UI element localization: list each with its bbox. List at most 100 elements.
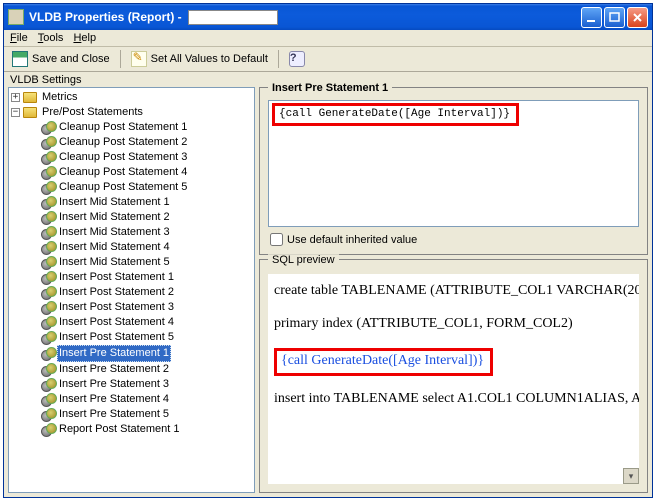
tree-item[interactable]: Insert Mid Statement 3 xyxy=(27,225,254,240)
tree-item[interactable]: Insert Pre Statement 3 xyxy=(27,377,254,392)
tree-item-label: Insert Pre Statement 2 xyxy=(57,362,171,377)
save-icon xyxy=(12,51,28,67)
window-title: VLDB Properties (Report) - xyxy=(29,10,182,24)
tree-item[interactable]: Cleanup Post Statement 1 xyxy=(27,120,254,135)
folder-icon xyxy=(23,92,37,103)
help-icon: ? xyxy=(289,51,305,67)
gear-icon xyxy=(41,196,54,209)
title-bar[interactable]: VLDB Properties (Report) - xyxy=(4,4,652,30)
gear-icon xyxy=(41,271,54,284)
tree-item-label: Insert Mid Statement 2 xyxy=(57,210,172,225)
help-button[interactable]: ? xyxy=(287,50,307,68)
tree-item[interactable]: Cleanup Post Statement 2 xyxy=(27,135,254,150)
save-label: Save and Close xyxy=(32,53,110,65)
tree-item-label: Insert Pre Statement 1 xyxy=(57,345,171,362)
sql-line: insert into TABLENAME select A1.COL1 COL… xyxy=(274,390,633,409)
menu-help[interactable]: Help xyxy=(73,32,96,44)
sql-legend: SQL preview xyxy=(268,254,339,266)
sql-line: create table TABLENAME (ATTRIBUTE_COL1 V… xyxy=(274,282,633,301)
gear-icon xyxy=(41,363,54,376)
tree-item[interactable]: Insert Mid Statement 1 xyxy=(27,195,254,210)
gear-icon xyxy=(41,181,54,194)
tree-item-label: Cleanup Post Statement 1 xyxy=(57,120,189,135)
menu-file[interactable]: File xyxy=(10,32,28,44)
tree-item[interactable]: Cleanup Post Statement 4 xyxy=(27,165,254,180)
tree-item-label: Insert Post Statement 2 xyxy=(57,285,176,300)
statement-legend: Insert Pre Statement 1 xyxy=(268,82,392,94)
tree-item[interactable]: Insert Post Statement 5 xyxy=(27,330,254,345)
tree-item-label: Insert Post Statement 3 xyxy=(57,300,176,315)
tree-item-label: Pre/Post Statements xyxy=(40,105,145,120)
tree-item[interactable]: Insert Post Statement 1 xyxy=(27,270,254,285)
defaults-label: Set All Values to Default xyxy=(151,53,268,65)
gear-icon xyxy=(41,211,54,224)
tree-folder-metrics[interactable]: +Metrics xyxy=(11,90,254,105)
statement-panel: Insert Pre Statement 1 {call GenerateDat… xyxy=(259,87,648,255)
tree-item[interactable]: Insert Post Statement 4 xyxy=(27,315,254,330)
tree-item[interactable]: Insert Pre Statement 1 xyxy=(27,345,254,362)
gear-icon xyxy=(41,423,54,436)
tree-item-label: Insert Pre Statement 3 xyxy=(57,377,171,392)
sql-call-highlight: {call GenerateDate([Age Interval])} xyxy=(274,348,493,376)
use-default-checkbox[interactable] xyxy=(270,233,283,246)
gear-icon xyxy=(41,151,54,164)
gear-icon xyxy=(41,256,54,269)
minimize-button[interactable] xyxy=(581,7,602,28)
tree-item-label: Cleanup Post Statement 2 xyxy=(57,135,189,150)
tree-folder-prepost[interactable]: − Pre/Post Statements xyxy=(11,105,254,120)
toolbar: Save and Close Set All Values to Default… xyxy=(4,47,652,72)
tree-item[interactable]: Insert Pre Statement 5 xyxy=(27,407,254,422)
maximize-button[interactable] xyxy=(604,7,625,28)
menu-bar: File Tools Help xyxy=(4,30,652,47)
scroll-down-button[interactable]: ▾ xyxy=(623,468,639,484)
toolbar-separator xyxy=(120,50,121,68)
tree-item[interactable]: Insert Mid Statement 2 xyxy=(27,210,254,225)
tree-item-label: Insert Post Statement 4 xyxy=(57,315,176,330)
tree-item[interactable]: Insert Post Statement 3 xyxy=(27,300,254,315)
expand-toggle[interactable]: + xyxy=(11,93,20,102)
close-button[interactable] xyxy=(627,7,648,28)
toolbar-separator xyxy=(278,50,279,68)
set-defaults-button[interactable]: Set All Values to Default xyxy=(129,50,270,68)
sql-preview-panel: SQL preview create table TABLENAME (ATTR… xyxy=(259,259,648,493)
tree-item[interactable]: Cleanup Post Statement 5 xyxy=(27,180,254,195)
tree-item[interactable]: Insert Mid Statement 5 xyxy=(27,255,254,270)
gear-icon xyxy=(41,393,54,406)
gear-icon xyxy=(41,286,54,299)
folder-icon xyxy=(23,107,37,118)
gear-icon xyxy=(41,347,54,360)
gear-icon xyxy=(41,136,54,149)
use-default-row[interactable]: Use default inherited value xyxy=(268,233,639,246)
sql-highlight-line: {call GenerateDate([Age Interval])} xyxy=(274,348,633,376)
sql-preview-body[interactable]: create table TABLENAME (ATTRIBUTE_COL1 V… xyxy=(268,274,639,484)
tree-item-label: Insert Mid Statement 3 xyxy=(57,225,172,240)
tree-panel[interactable]: +Metrics−Pre/Post StatementsCleanup Post… xyxy=(8,87,255,493)
tree-item[interactable]: Insert Mid Statement 4 xyxy=(27,240,254,255)
content-area: +Metrics−Pre/Post StatementsCleanup Post… xyxy=(4,87,652,497)
sql-line: primary index (ATTRIBUTE_COL1, FORM_COL2… xyxy=(274,315,633,334)
tree-item[interactable]: Report Post Statement 1 xyxy=(27,422,254,437)
gear-icon xyxy=(41,241,54,254)
gear-icon xyxy=(41,408,54,421)
tree-item-label: Insert Pre Statement 4 xyxy=(57,392,171,407)
statement-textarea[interactable]: {call GenerateDate([Age Interval])} xyxy=(268,100,639,227)
tree-item-label: Cleanup Post Statement 5 xyxy=(57,180,189,195)
gear-icon xyxy=(41,226,54,239)
title-input[interactable] xyxy=(188,10,278,25)
use-default-label: Use default inherited value xyxy=(287,234,417,246)
gear-icon xyxy=(41,166,54,179)
statement-highlight: {call GenerateDate([Age Interval])} xyxy=(272,103,519,126)
menu-tools[interactable]: Tools xyxy=(38,32,64,44)
expand-toggle[interactable]: − xyxy=(11,108,20,117)
tree-item[interactable]: Cleanup Post Statement 3 xyxy=(27,150,254,165)
tree-item[interactable]: Insert Pre Statement 2 xyxy=(27,362,254,377)
tree-item[interactable]: Insert Post Statement 2 xyxy=(27,285,254,300)
defaults-icon xyxy=(131,51,147,67)
gear-icon xyxy=(41,331,54,344)
tree-item[interactable]: Insert Pre Statement 4 xyxy=(27,392,254,407)
tree-item-label: Cleanup Post Statement 3 xyxy=(57,150,189,165)
tree-item-label: Insert Post Statement 5 xyxy=(57,330,176,345)
tree-item-label: Insert Mid Statement 4 xyxy=(57,240,172,255)
gear-icon xyxy=(41,378,54,391)
save-and-close-button[interactable]: Save and Close xyxy=(10,50,112,68)
